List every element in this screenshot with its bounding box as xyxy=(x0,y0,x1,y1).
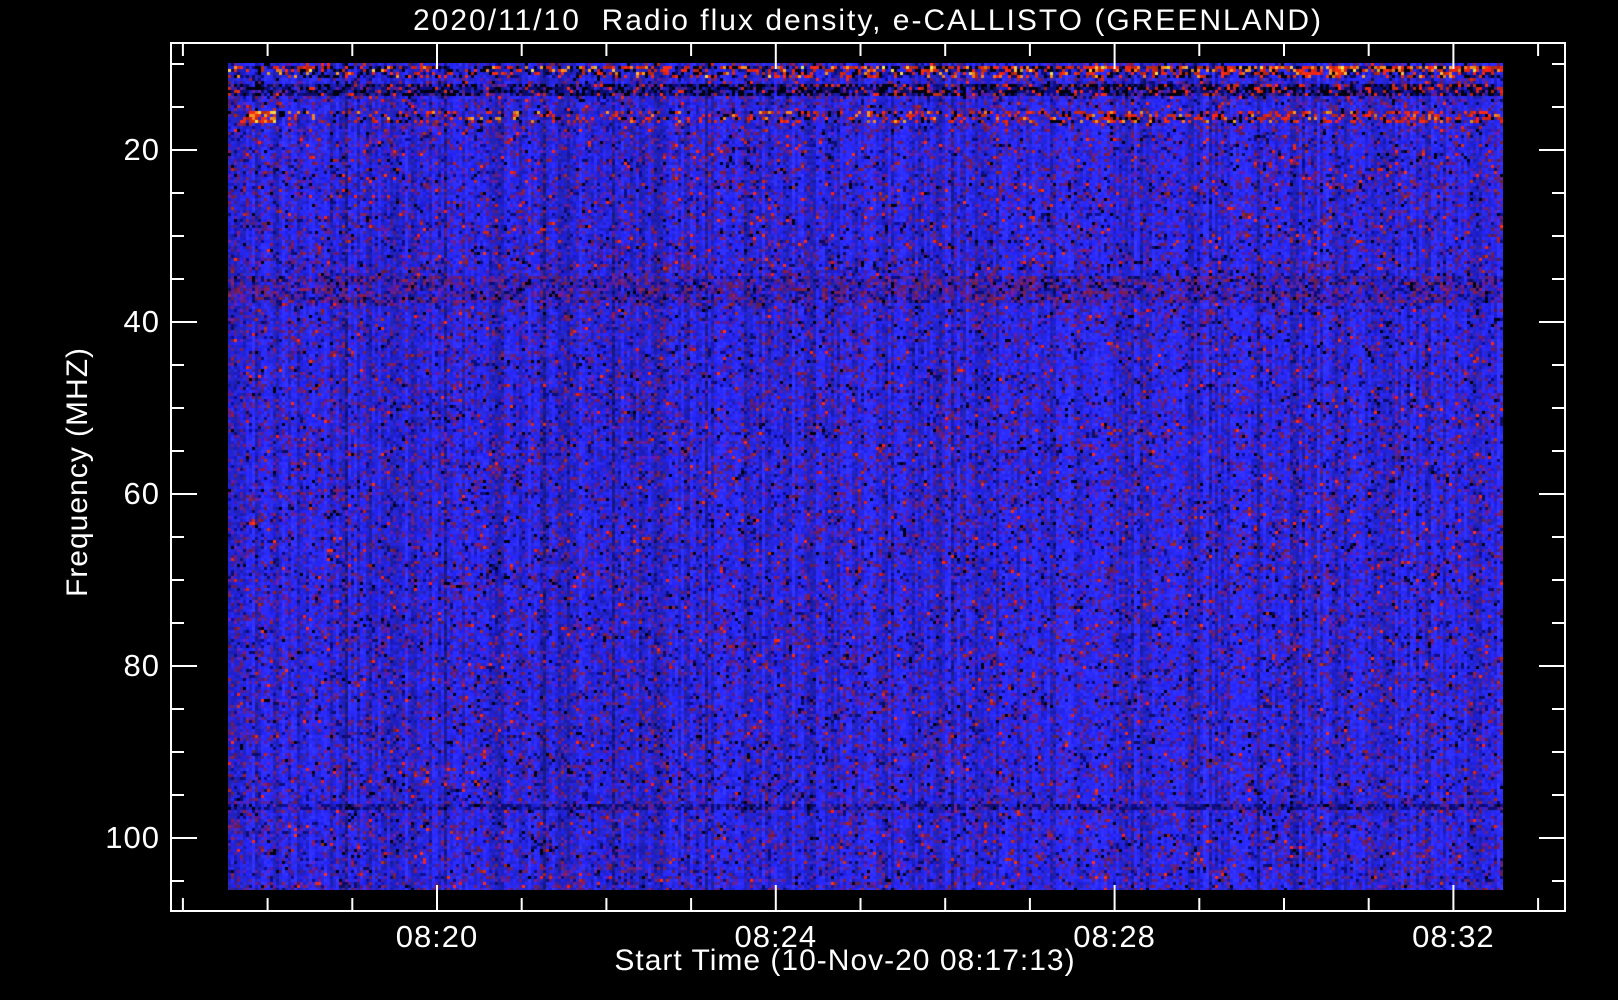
y-tick-label: 60 xyxy=(123,476,160,511)
chart-title: 2020/11/10 Radio flux density, e-CALLIST… xyxy=(412,4,1324,37)
y-tick-label: 20 xyxy=(123,132,160,167)
screenshot-root: 2020/11/10 Radio flux density, e-CALLIST… xyxy=(0,0,1618,1000)
x-axis-title: Start Time (10-Nov-20 08:17:13) xyxy=(614,944,1076,977)
y-tick-label: 80 xyxy=(123,648,160,683)
y-axis-title: Frequency (MHZ) xyxy=(61,346,94,598)
y-tick-label: 40 xyxy=(123,304,160,339)
spectrogram-canvas xyxy=(228,63,1503,890)
y-tick-label: 100 xyxy=(105,820,160,855)
